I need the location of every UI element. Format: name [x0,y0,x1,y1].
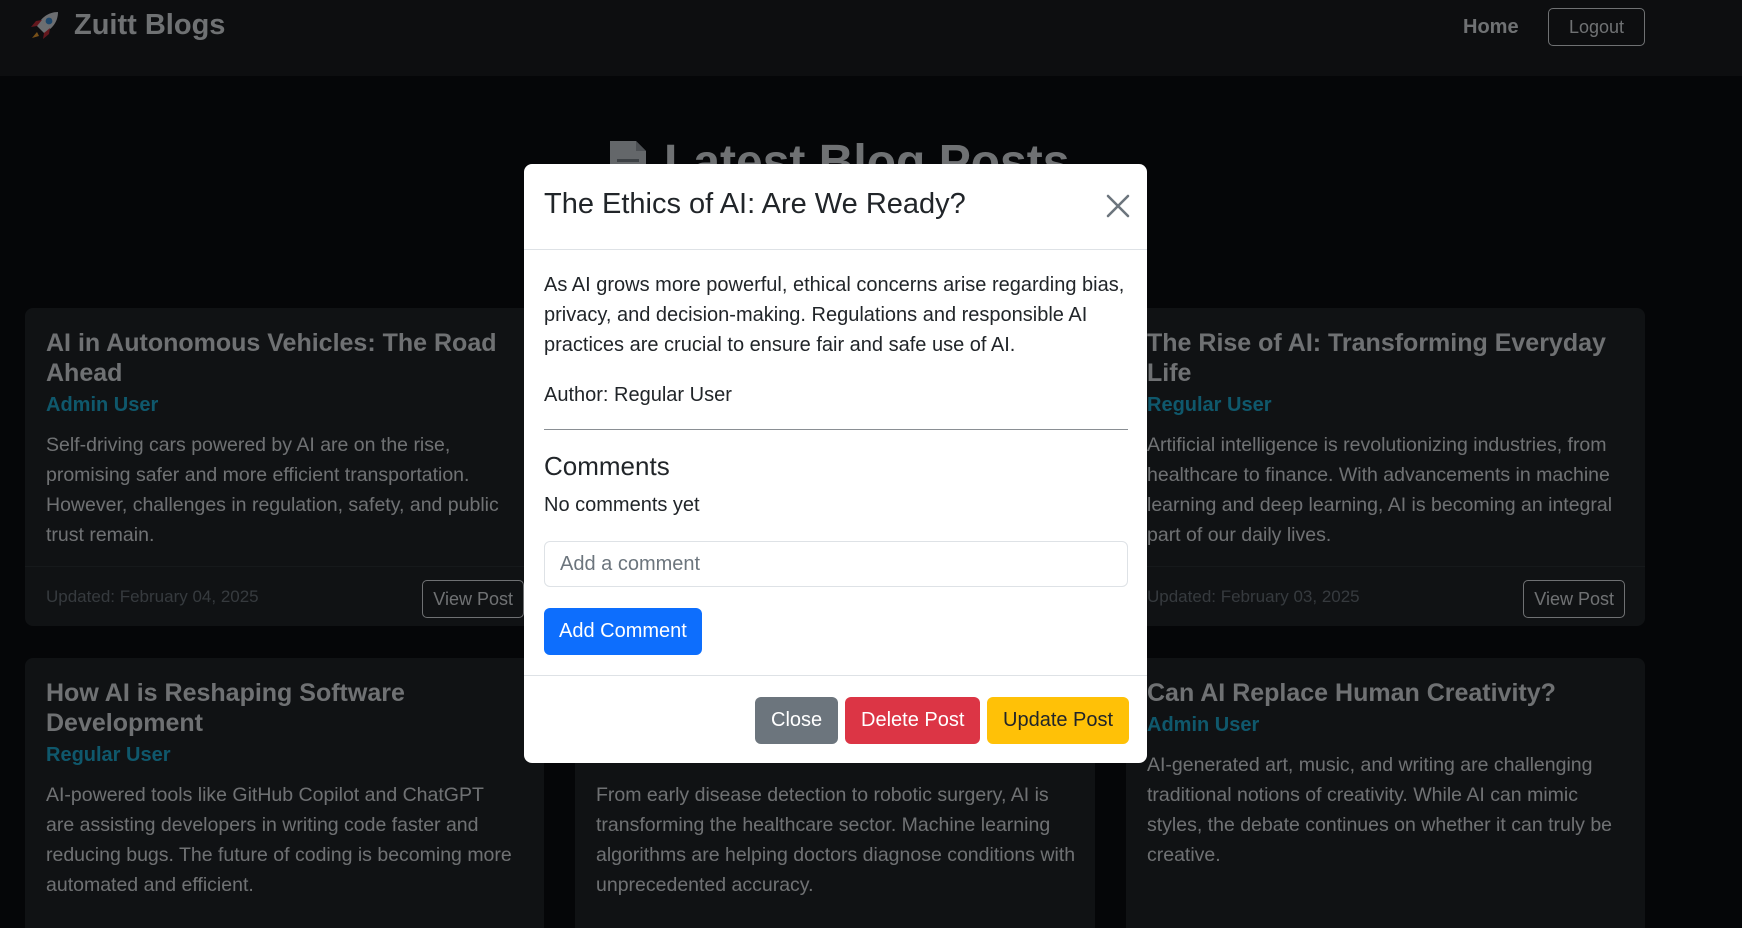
delete-post-button[interactable]: Delete Post [845,697,981,744]
comment-input[interactable] [544,541,1128,587]
add-comment-button[interactable]: Add Comment [544,608,702,655]
no-comments-text: No comments yet [544,494,700,516]
close-button[interactable]: Close [755,697,839,744]
modal-header: The Ethics of AI: Are We Ready? [524,164,1147,250]
modal-footer: Close Delete Post Update Post [524,675,1147,763]
modal-post-content: As AI grows more powerful, ethical conce… [544,274,1125,356]
post-modal: The Ethics of AI: Are We Ready? As AI gr… [524,164,1147,763]
close-icon[interactable] [1104,192,1132,220]
modal-post-author: Author: Regular User [544,384,732,406]
comments-heading: Comments [544,451,670,481]
divider [544,429,1128,430]
update-post-button[interactable]: Update Post [987,697,1130,744]
modal-title: The Ethics of AI: Are We Ready? [544,188,966,220]
